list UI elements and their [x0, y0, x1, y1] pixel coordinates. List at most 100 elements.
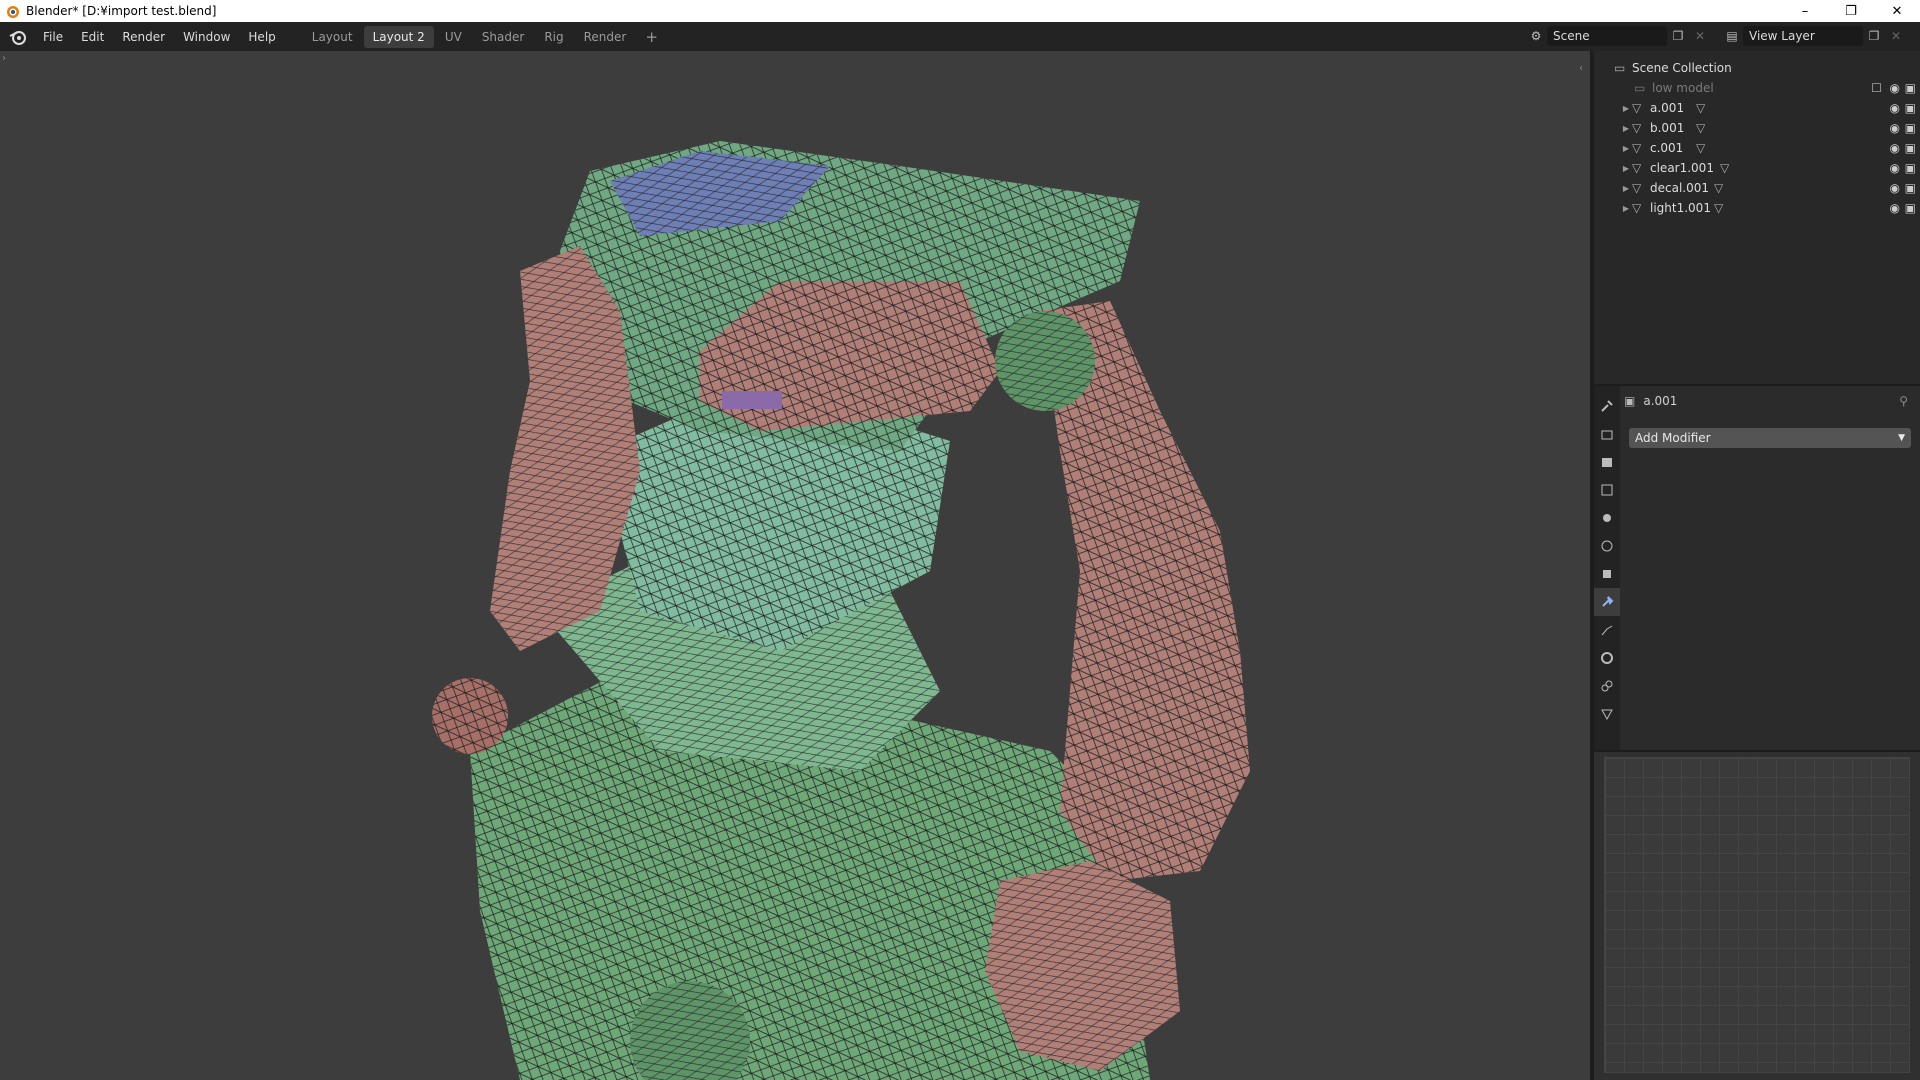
visibility-eye-icon[interactable]: ◉ — [1890, 141, 1900, 155]
view-layer-icon[interactable]: ▤ — [1721, 26, 1743, 46]
render-camera-icon[interactable]: ▣ — [1905, 121, 1916, 135]
mesh-data-icon: ▽ — [1720, 161, 1730, 175]
render-camera-icon[interactable]: ▣ — [1905, 101, 1916, 115]
outliner-item-light1[interactable]: ▶ ▽ light1.001 ▽ ◉ ▣ — [1594, 198, 1920, 218]
tab-layout-2[interactable]: Layout 2 — [363, 25, 434, 48]
outliner-item-label: light1.001 — [1650, 201, 1711, 215]
outliner-item-decal[interactable]: ▶ ▽ decal.001 ▽ ◉ ▣ — [1594, 178, 1920, 198]
outliner-item-clear1[interactable]: ▶ ▽ clear1.001 ▽ ◉ ▣ — [1594, 158, 1920, 178]
view-layer-field[interactable]: View Layer — [1743, 26, 1863, 46]
expand-arrow-icon[interactable]: ▶ — [1620, 164, 1632, 173]
delete-scene-icon[interactable]: ✕ — [1689, 26, 1711, 46]
scene-name-field[interactable]: Scene — [1547, 26, 1667, 46]
output-icon[interactable] — [1594, 448, 1620, 476]
render-camera-icon[interactable]: ▣ — [1905, 201, 1916, 215]
new-view-layer-icon[interactable]: ❐ — [1863, 26, 1885, 46]
top-bar: File Edit Render Window Help Layout Layo… — [0, 22, 1920, 51]
tab-rig[interactable]: Rig — [535, 26, 572, 48]
delete-view-layer-icon[interactable]: ✕ — [1885, 26, 1907, 46]
window-controls: – ❐ ✕ — [1782, 0, 1920, 22]
expand-arrow-icon[interactable]: ▶ — [1620, 124, 1632, 133]
mesh-object-icon: ▽ — [1632, 201, 1642, 215]
add-workspace-button[interactable]: + — [637, 26, 666, 48]
physics-icon[interactable] — [1594, 644, 1620, 672]
render-camera-icon[interactable]: ▣ — [1905, 181, 1916, 195]
mesh-object-icon: ▽ — [1632, 181, 1642, 195]
menu-edit[interactable]: Edit — [72, 26, 113, 48]
scene-collection-row[interactable]: ▭ Scene Collection — [1594, 58, 1920, 78]
visibility-eye-icon[interactable]: ◉ — [1890, 181, 1900, 195]
visibility-eye-icon[interactable]: ◉ — [1890, 81, 1900, 95]
mesh-data-icon: ▽ — [1696, 101, 1706, 115]
object-name-label: a.001 — [1643, 394, 1678, 408]
menu-window[interactable]: Window — [174, 26, 239, 48]
tab-layout[interactable]: Layout — [303, 26, 362, 48]
blender-logo-icon — [7, 6, 19, 18]
tab-uv[interactable]: UV — [436, 26, 471, 48]
view-layer-icon[interactable] — [1594, 476, 1620, 504]
outliner-item-label: clear1.001 — [1650, 161, 1714, 175]
menu-render[interactable]: Render — [113, 26, 174, 48]
menu-file[interactable]: File — [34, 26, 72, 48]
mesh-data-icon: ▽ — [1714, 181, 1724, 195]
expand-arrow-icon[interactable]: ▶ — [1620, 104, 1632, 113]
mesh-object-icon: ▽ — [1632, 141, 1642, 155]
blender-menu-icon[interactable] — [8, 27, 28, 47]
modifier-icon[interactable] — [1594, 588, 1620, 616]
mesh-object-icon: ▽ — [1632, 161, 1642, 175]
close-button[interactable]: ✕ — [1874, 0, 1920, 22]
mesh-data-icon: ▽ — [1696, 121, 1706, 135]
outliner-item-c[interactable]: ▶ ▽ c.001 ▽ ◉ ▣ — [1594, 138, 1920, 158]
collection-icon: ▭ — [1614, 61, 1626, 75]
particles-icon[interactable] — [1594, 616, 1620, 644]
scene-icon[interactable] — [1594, 504, 1620, 532]
tab-render[interactable]: Render — [575, 26, 636, 48]
outliner-item-low-model[interactable]: ▭ low model ☐ ◉ ▣ — [1594, 78, 1920, 98]
outliner-item-a[interactable]: ▶ ▽ a.001 ▽ ◉ ▣ — [1594, 98, 1920, 118]
constraints-icon[interactable] — [1594, 672, 1620, 700]
scene-type-icon[interactable]: ⚙ — [1525, 26, 1547, 46]
object-icon[interactable] — [1594, 560, 1620, 588]
outliner-item-label: decal.001 — [1650, 181, 1710, 195]
object-type-icon: ▣ — [1624, 394, 1636, 408]
3d-viewport[interactable]: ‹ › — [0, 51, 1592, 1080]
viewport-collapse-icon[interactable]: ‹ — [1579, 63, 1583, 74]
new-scene-icon[interactable]: ❐ — [1667, 26, 1689, 46]
collection-icon: ▭ — [1634, 81, 1646, 95]
visibility-eye-icon[interactable]: ◉ — [1890, 161, 1900, 175]
render-camera-icon[interactable]: ▣ — [1905, 81, 1916, 95]
minimize-button[interactable]: – — [1782, 0, 1828, 22]
tool-icon[interactable] — [1594, 392, 1620, 420]
outliner-item-label: b.001 — [1650, 121, 1685, 135]
toolbar-expand-icon[interactable]: › — [2, 53, 6, 64]
add-modifier-dropdown[interactable]: Add Modifier ▼ — [1629, 428, 1911, 448]
visibility-eye-icon[interactable]: ◉ — [1890, 101, 1900, 115]
visibility-eye-icon[interactable]: ◉ — [1890, 201, 1900, 215]
tab-shader[interactable]: Shader — [473, 26, 534, 48]
uv-editor-panel[interactable] — [1594, 752, 1920, 1080]
render-camera-icon[interactable]: ▣ — [1905, 141, 1916, 155]
mesh-data-icon: ▽ — [1696, 141, 1706, 155]
workspace-tabs: Layout Layout 2 UV Shader Rig Render + — [303, 25, 666, 48]
visibility-eye-icon[interactable]: ◉ — [1890, 121, 1900, 135]
data-icon[interactable] — [1594, 700, 1620, 728]
menu-help[interactable]: Help — [239, 26, 284, 48]
expand-arrow-icon[interactable]: ▶ — [1620, 184, 1632, 193]
properties-panel: ▣ a.001 ⚲ Add Modifier ▼ — [1594, 386, 1920, 750]
render-icon[interactable] — [1594, 420, 1620, 448]
exclude-checkbox[interactable]: ☐ — [1871, 81, 1882, 95]
uv-grid[interactable] — [1604, 757, 1910, 1073]
add-modifier-label: Add Modifier — [1635, 431, 1711, 445]
pink-right-arm-mesh — [985, 301, 1250, 1071]
render-camera-icon[interactable]: ▣ — [1905, 161, 1916, 175]
restore-button[interactable]: ❐ — [1828, 0, 1874, 22]
mesh-wireframe-render — [432, 141, 1250, 1080]
mesh-object-icon: ▽ — [1632, 121, 1642, 135]
expand-arrow-icon[interactable]: ▶ — [1620, 144, 1632, 153]
expand-arrow-icon[interactable]: ▶ — [1620, 204, 1632, 213]
pin-icon[interactable]: ⚲ — [1899, 394, 1908, 408]
window-title: Blender* [D:¥import test.blend] — [26, 4, 217, 18]
outliner-item-b[interactable]: ▶ ▽ b.001 ▽ ◉ ▣ — [1594, 118, 1920, 138]
world-icon[interactable] — [1594, 532, 1620, 560]
outliner-item-label: c.001 — [1650, 141, 1684, 155]
